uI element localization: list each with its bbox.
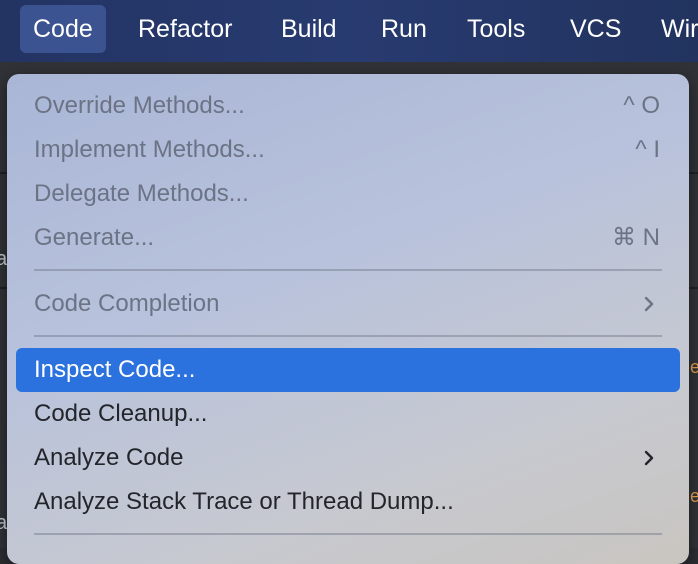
menu-vcs[interactable]: VCS <box>557 5 634 53</box>
menu-code[interactable]: Code <box>20 5 106 53</box>
menu-item-label: Inspect Code... <box>34 356 196 383</box>
menu-item-analyze-code[interactable]: Analyze Code <box>16 436 680 480</box>
menu-item-label: Delegate Methods... <box>34 180 249 207</box>
menu-separator <box>34 335 662 337</box>
shortcut-label: ^ O <box>623 92 660 119</box>
chevron-right-icon <box>644 450 654 466</box>
menu-item-label: Code Completion <box>34 290 220 317</box>
menu-item-analyze-stack-trace[interactable]: Analyze Stack Trace or Thread Dump... <box>16 480 680 524</box>
menu-item-label: Analyze Stack Trace or Thread Dump... <box>34 488 454 515</box>
menu-refactor[interactable]: Refactor <box>125 5 245 53</box>
menu-item-override-methods[interactable]: Override Methods... ^ O <box>16 84 680 128</box>
menu-item-label: Implement Methods... <box>34 136 265 163</box>
shortcut-label: ⌘ N <box>612 224 660 251</box>
menu-window[interactable]: Wir <box>648 5 698 53</box>
menu-item-inspect-code[interactable]: Inspect Code... <box>16 348 680 392</box>
background-glyph: e <box>690 357 698 377</box>
background-glyph: e <box>690 486 698 506</box>
chevron-right-icon <box>644 296 654 312</box>
menu-item-implement-methods[interactable]: Implement Methods... ^ I <box>16 128 680 172</box>
menu-tools[interactable]: Tools <box>454 5 538 53</box>
menu-separator <box>34 533 662 535</box>
shortcut-label: ^ I <box>635 136 660 163</box>
menu-run[interactable]: Run <box>368 5 440 53</box>
menu-item-delegate-methods[interactable]: Delegate Methods... <box>16 172 680 216</box>
menu-item-label: Override Methods... <box>34 92 245 119</box>
code-dropdown-menu: Override Methods... ^ O Implement Method… <box>7 74 689 564</box>
menubar: Code Refactor Build Run Tools VCS Wir <box>0 0 698 62</box>
menu-item-label: Generate... <box>34 224 155 251</box>
menu-item-code-cleanup[interactable]: Code Cleanup... <box>16 392 680 436</box>
menu-item-code-completion[interactable]: Code Completion <box>16 282 680 326</box>
menu-separator <box>34 269 662 271</box>
menu-item-generate[interactable]: Generate... ⌘ N <box>16 216 680 260</box>
menu-build[interactable]: Build <box>268 5 350 53</box>
menu-item-label: Code Cleanup... <box>34 400 208 427</box>
menu-item-label: Analyze Code <box>34 444 184 471</box>
